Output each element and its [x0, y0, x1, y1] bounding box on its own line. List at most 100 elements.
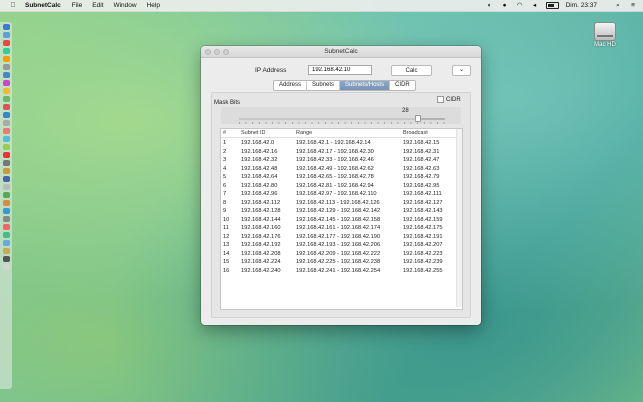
column-header-subnet-id[interactable]: Subnet ID [241, 130, 265, 136]
tab-cidr[interactable]: CIDR [390, 81, 415, 90]
app-icon[interactable] [2, 176, 10, 182]
app-icon[interactable] [2, 80, 10, 86]
app-icon[interactable] [2, 136, 10, 142]
app-icon[interactable] [2, 128, 10, 134]
cell-number: 2 [223, 148, 227, 155]
calc-button[interactable]: Calc [391, 65, 432, 76]
cell-number: 9 [223, 208, 227, 214]
table-scrollbar[interactable] [456, 129, 462, 307]
app-icon[interactable] [2, 200, 10, 206]
table-row[interactable]: 7 192.168.42.96 192.168.42.97 - 192.168.42… [221, 190, 462, 199]
status-item-icon[interactable]: ● [501, 2, 509, 9]
window-title: SubnetCalc [324, 48, 358, 55]
menu-clock[interactable]: Dim. 23:37 [566, 2, 597, 9]
cell-broadcast: 192.168.42.207 [403, 242, 443, 248]
mask-bits-slider-thumb[interactable] [415, 115, 422, 122]
tab-subnets-hosts[interactable]: Subnets/Hosts [340, 81, 391, 90]
app-icon[interactable] [2, 112, 10, 118]
app-icon[interactable] [2, 32, 10, 38]
app-icon[interactable] [2, 208, 10, 214]
table-row[interactable]: 9 192.168.42.128 192.168.42.129 - 192.168.… [221, 207, 462, 216]
app-icon[interactable] [2, 56, 10, 62]
wifi-icon[interactable]: ◠ [516, 2, 524, 9]
app-icon[interactable] [2, 160, 10, 166]
table-row[interactable]: 16 192.168.42.240 192.168.42.241 - 192.168… [221, 267, 462, 276]
search-icon[interactable]: ⌕ [614, 2, 622, 9]
app-icon[interactable] [2, 104, 10, 110]
app-icon[interactable] [2, 144, 10, 150]
column-header-number[interactable]: # [223, 130, 226, 136]
cell-range: 192.168.42.129 - 192.168.42.142 [296, 208, 381, 214]
menu-help[interactable]: Help [147, 2, 160, 9]
table-row[interactable]: 5 192.168.42.64 192.168.42.65 - 192.168.42… [221, 173, 462, 182]
table-row[interactable]: 6 192.168.42.80 192.168.42.81 - 192.168.42… [221, 182, 462, 191]
menu-file[interactable]: File [72, 2, 82, 9]
mask-bits-slider-track[interactable] [239, 118, 445, 120]
battery-icon[interactable] [545, 2, 559, 9]
ip-address-label: IP Address [255, 67, 287, 74]
column-header-range[interactable]: Range [296, 130, 312, 136]
cell-subnet-id: 192.168.42.208 [241, 250, 281, 257]
volume-icon[interactable]: ◂ [531, 2, 539, 9]
app-icon[interactable] [2, 256, 10, 262]
app-icon[interactable] [2, 48, 10, 54]
cell-subnet-id: 192.168.42.112 [241, 199, 281, 206]
column-header-broadcast[interactable]: Broadcast [403, 130, 428, 136]
cell-subnet-id: 192.168.42.80 [241, 182, 278, 189]
cell-number: 15 [223, 259, 230, 265]
cidr-checkbox[interactable] [437, 96, 444, 103]
app-icon[interactable] [2, 248, 10, 254]
cell-broadcast: 192.168.42.143 [403, 208, 443, 214]
notification-center-icon[interactable]: ≡ [629, 2, 637, 9]
menu-window[interactable]: Window [113, 2, 136, 9]
cell-range: 192.168.42.193 - 192.168.42.206 [296, 242, 381, 248]
status-item-icon[interactable]: ◐ [486, 2, 494, 9]
table-row[interactable]: 11 192.168.42.160 192.168.42.161 - 192.168… [221, 224, 462, 233]
cell-number: 16 [223, 267, 230, 274]
ip-address-input[interactable] [308, 65, 372, 75]
menu-edit[interactable]: Edit [92, 2, 103, 9]
app-icon[interactable] [2, 40, 10, 46]
app-icon[interactable] [2, 152, 10, 158]
trash-icon[interactable] [2, 264, 10, 270]
app-icon[interactable] [2, 168, 10, 174]
table-row[interactable]: 12 192.168.42.176 192.168.42.177 - 192.168… [221, 233, 462, 242]
cell-broadcast: 192.168.42.63 [403, 165, 440, 172]
slider-ticks [239, 122, 445, 124]
app-icon[interactable] [2, 120, 10, 126]
table-row[interactable]: 15 192.168.42.224 192.168.42.225 - 192.168… [221, 258, 462, 267]
table-row[interactable]: 3 192.168.42.32 192.168.42.33 - 192.168.42… [221, 156, 462, 165]
title-bar[interactable]: SubnetCalc [201, 46, 481, 58]
app-icon[interactable] [2, 224, 10, 230]
cell-broadcast: 192.168.42.255 [403, 267, 443, 274]
desktop-drive[interactable]: Mac HD [590, 22, 620, 48]
cell-range: 192.168.42.17 - 192.168.42.30 [296, 148, 374, 155]
app-icon[interactable] [2, 96, 10, 102]
slider-fill [239, 118, 419, 120]
app-icon[interactable] [2, 184, 10, 190]
app-icon[interactable] [2, 72, 10, 78]
cell-range: 192.168.42.145 - 192.168.42.158 [296, 216, 381, 223]
table-row[interactable]: 2 192.168.42.16 192.168.42.17 - 192.168.42… [221, 148, 462, 157]
cell-subnet-id: 192.168.42.16 [241, 148, 278, 155]
table-row[interactable]: 8 192.168.42.112 192.168.42.113 - 192.168.… [221, 199, 462, 208]
options-menu-button[interactable]: ⌄ [452, 65, 471, 76]
app-icon[interactable] [2, 240, 10, 246]
table-row[interactable]: 14 192.168.42.208 192.168.42.209 - 192.168… [221, 250, 462, 259]
app-icon[interactable] [2, 88, 10, 94]
app-icon[interactable] [2, 232, 10, 238]
table-row[interactable]: 13 192.168.42.192 192.168.42.193 - 192.168… [221, 241, 462, 250]
subnet-table: # Subnet ID Range Broadcast 1 192.168.42.… [220, 128, 463, 310]
apple-icon[interactable]:  [9, 2, 17, 9]
app-icon[interactable] [2, 64, 10, 70]
table-row[interactable]: 1 192.168.42.0 192.168.42.1 - 192.168.42.1… [221, 139, 462, 148]
table-row[interactable]: 10 192.168.42.144 192.168.42.145 - 192.168… [221, 216, 462, 225]
tab-subnets[interactable]: Subnets [307, 81, 341, 90]
menu-app-name[interactable]: SubnetCalc [25, 2, 61, 9]
tab-address[interactable]: Address [274, 81, 308, 90]
table-row[interactable]: 4 192.168.42.48 192.168.42.49 - 192.168.42… [221, 165, 462, 174]
app-icon[interactable] [2, 216, 10, 222]
finder-icon[interactable] [2, 24, 10, 30]
app-icon[interactable] [2, 192, 10, 198]
chevron-down-icon: ⌄ [458, 67, 465, 73]
